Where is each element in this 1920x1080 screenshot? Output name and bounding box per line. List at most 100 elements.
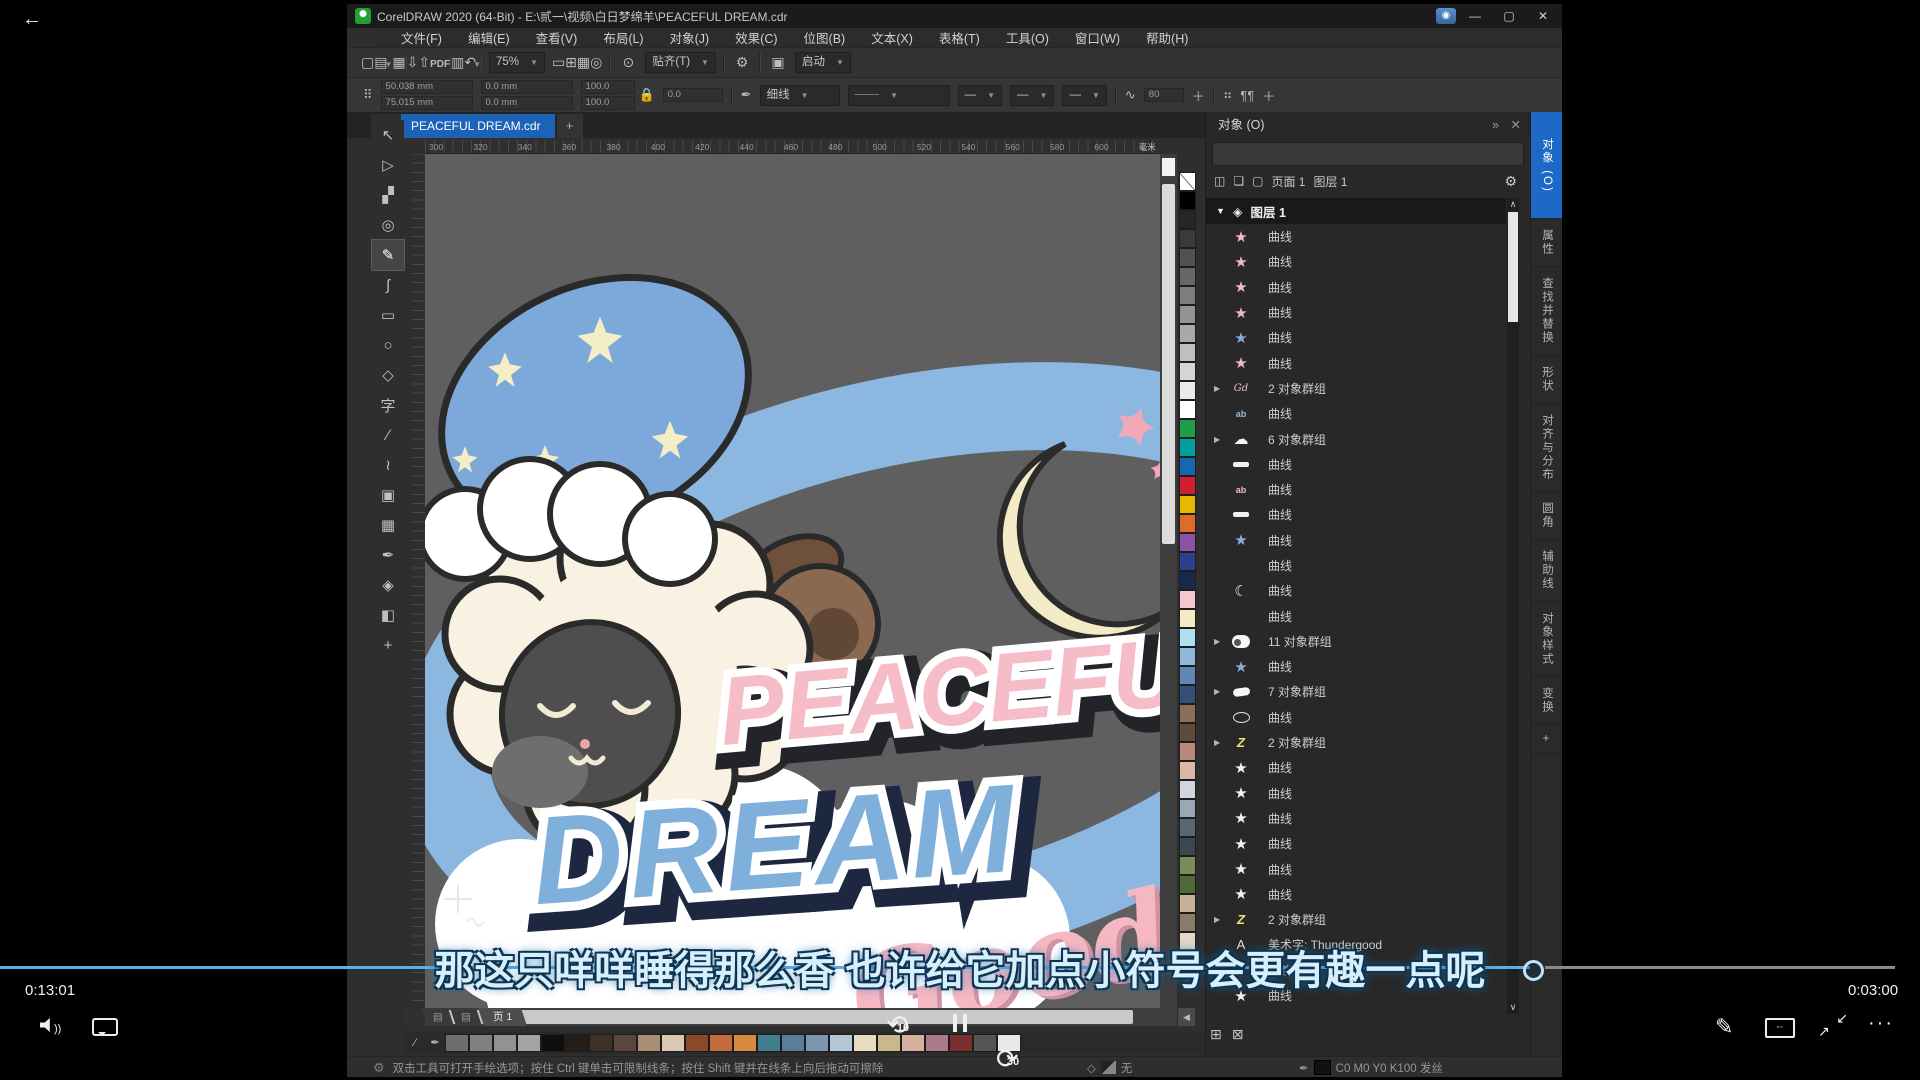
text-flow-icon[interactable]: ¶¶	[1240, 88, 1254, 103]
object-row[interactable]: ★曲线	[1206, 350, 1506, 375]
snap-toggle-icon[interactable]: ⊙	[618, 54, 638, 71]
tool-eyedropper[interactable]: ✒	[372, 540, 404, 570]
color-swatch[interactable]	[1179, 742, 1196, 761]
docker-tab-align-distribute[interactable]: 对齐与分布	[1531, 404, 1562, 493]
object-row[interactable]: ★曲线	[1206, 224, 1506, 249]
object-width-field[interactable]	[381, 80, 473, 94]
object-row[interactable]: ★曲线	[1206, 831, 1506, 856]
new-layer-icon[interactable]: ⊞	[1210, 1026, 1222, 1043]
docker-tab-corners[interactable]: 圆角	[1531, 492, 1562, 540]
object-group-row[interactable]: ▶Z2 对象群组	[1206, 907, 1506, 932]
pause-button[interactable]	[950, 1014, 970, 1037]
color-swatch[interactable]	[541, 1034, 565, 1052]
page-view-icon[interactable]: ▢	[1252, 174, 1263, 188]
object-group-row[interactable]: ▶☁6 对象群组	[1206, 426, 1506, 451]
tool-connector[interactable]: ≀	[372, 450, 404, 480]
undo-dropdown-icon[interactable]: ▼	[473, 60, 481, 69]
color-swatch[interactable]	[1179, 780, 1196, 799]
color-swatch[interactable]	[1179, 362, 1196, 381]
object-row[interactable]: ★曲线	[1206, 300, 1506, 325]
color-swatch[interactable]	[757, 1034, 781, 1052]
object-row[interactable]: 曲线	[1206, 502, 1506, 527]
color-swatch[interactable]	[1179, 419, 1196, 438]
color-swatch[interactable]	[1179, 837, 1196, 856]
no-color-icon[interactable]: ∕	[405, 1034, 425, 1052]
color-swatch[interactable]	[1179, 514, 1196, 533]
tool-shape[interactable]: ▷	[372, 150, 404, 180]
menu-view[interactable]: 查看(V)	[536, 28, 578, 47]
start-arrow-select[interactable]: —▼	[958, 85, 1002, 106]
scroll-left-arrow[interactable]: ◀	[1178, 1008, 1195, 1026]
add-preset-icon[interactable]: ＋	[1262, 86, 1275, 105]
horizontal-ruler[interactable]: 3003203403603804004204404604805005205405…	[425, 140, 1160, 154]
new-tab-button[interactable]: +	[557, 114, 583, 138]
color-swatch[interactable]	[1179, 495, 1196, 514]
object-row[interactable]: ★曲线	[1206, 755, 1506, 780]
object-row[interactable]: ☾曲线	[1206, 578, 1506, 603]
object-row[interactable]: ★曲线	[1206, 275, 1506, 300]
tool-more-tools[interactable]: +	[372, 630, 404, 660]
no-color-swatch[interactable]	[1179, 172, 1196, 191]
fullscreen-preview-icon[interactable]: ▭	[552, 54, 565, 70]
color-swatch[interactable]	[445, 1034, 469, 1052]
layers-view-icon[interactable]: ❏	[1233, 174, 1244, 188]
color-swatch[interactable]	[1179, 305, 1196, 324]
docker-collapse-icon[interactable]: »	[1492, 112, 1499, 138]
scale-y-field[interactable]	[581, 96, 635, 110]
expand-caret-icon[interactable]: ▶	[1214, 384, 1228, 393]
docker-options-gear-icon[interactable]: ⚙	[1504, 173, 1517, 190]
collapse-caret-icon[interactable]: ▼	[1216, 206, 1225, 216]
color-swatch[interactable]	[1179, 913, 1196, 932]
docker-tab-transform[interactable]: 变换	[1531, 677, 1562, 725]
docker-tab-object-styles[interactable]: 对象样式	[1531, 602, 1562, 677]
color-swatch[interactable]	[613, 1034, 637, 1052]
object-row[interactable]: ★曲线	[1206, 528, 1506, 553]
color-swatch[interactable]	[853, 1034, 877, 1052]
smoothing-stepper[interactable]: ＋	[1192, 86, 1205, 105]
object-row[interactable]: ★曲线	[1206, 806, 1506, 831]
menu-tools[interactable]: 工具(O)	[1006, 28, 1049, 47]
object-group-row[interactable]: ▶7 对象群组	[1206, 679, 1506, 704]
docker-close-icon[interactable]: ✕	[1511, 112, 1521, 138]
color-swatch[interactable]	[1179, 248, 1196, 267]
show-rulers-icon[interactable]: ⊞	[565, 54, 577, 70]
color-swatch[interactable]	[661, 1034, 685, 1052]
tool-pick[interactable]: ↖	[372, 120, 404, 150]
color-swatch[interactable]	[1179, 818, 1196, 837]
rewind-10-button[interactable]: ⟲ 10	[886, 1010, 920, 1044]
color-swatch[interactable]	[1179, 324, 1196, 343]
timeline-handle[interactable]	[1523, 960, 1544, 981]
back-button[interactable]: ←	[22, 8, 42, 31]
zoom-level-select[interactable]: 75%▼	[489, 52, 545, 73]
color-swatch[interactable]	[1179, 590, 1196, 609]
smoothing-field[interactable]	[1144, 88, 1184, 102]
expand-caret-icon[interactable]: ▶	[1214, 738, 1228, 747]
expand-caret-icon[interactable]: ▶	[1214, 435, 1228, 444]
origin-grid-icon[interactable]: ⠿	[363, 87, 373, 103]
page-tab-icon1[interactable]: ▤	[422, 1008, 454, 1026]
object-row[interactable]: ★曲线	[1206, 654, 1506, 679]
object-row[interactable]: ★曲线	[1206, 882, 1506, 907]
color-swatch[interactable]	[733, 1034, 757, 1052]
object-row[interactable]: ab曲线	[1206, 401, 1506, 426]
danmaku-button[interactable]: ▫▫	[1765, 1018, 1795, 1038]
menu-edit[interactable]: 编辑(E)	[468, 28, 510, 47]
edit-notes-button[interactable]: ✎	[1715, 1014, 1733, 1040]
outline-width-select[interactable]: 细线▼	[760, 85, 840, 106]
object-row[interactable]: 曲线	[1206, 553, 1506, 578]
align-nodes-icon[interactable]: ⠶	[1223, 87, 1233, 103]
snap-to-select[interactable]: 贴齐(T)▼	[645, 52, 716, 73]
color-swatch[interactable]	[565, 1034, 589, 1052]
page-label[interactable]: 页面 1	[1271, 173, 1305, 190]
object-row[interactable]: 曲线	[1206, 603, 1506, 628]
drawing-canvas[interactable]: PEACEFUL PEACEFUL DREAM DREAM Good N Goo…	[425, 154, 1160, 1010]
object-group-row[interactable]: ▶11 对象群组	[1206, 629, 1506, 654]
scroll-up-icon[interactable]: ∧	[1507, 199, 1519, 210]
canvas-horizontal-scrollbar[interactable]: ◀	[425, 1008, 1177, 1026]
color-swatch[interactable]	[469, 1034, 493, 1052]
docker-scrollbar[interactable]: ∧ ∨	[1507, 198, 1519, 1014]
color-swatch[interactable]	[493, 1034, 517, 1052]
object-row[interactable]: ★曲线	[1206, 249, 1506, 274]
color-swatch[interactable]	[1179, 476, 1196, 495]
color-swatch[interactable]	[925, 1034, 949, 1052]
